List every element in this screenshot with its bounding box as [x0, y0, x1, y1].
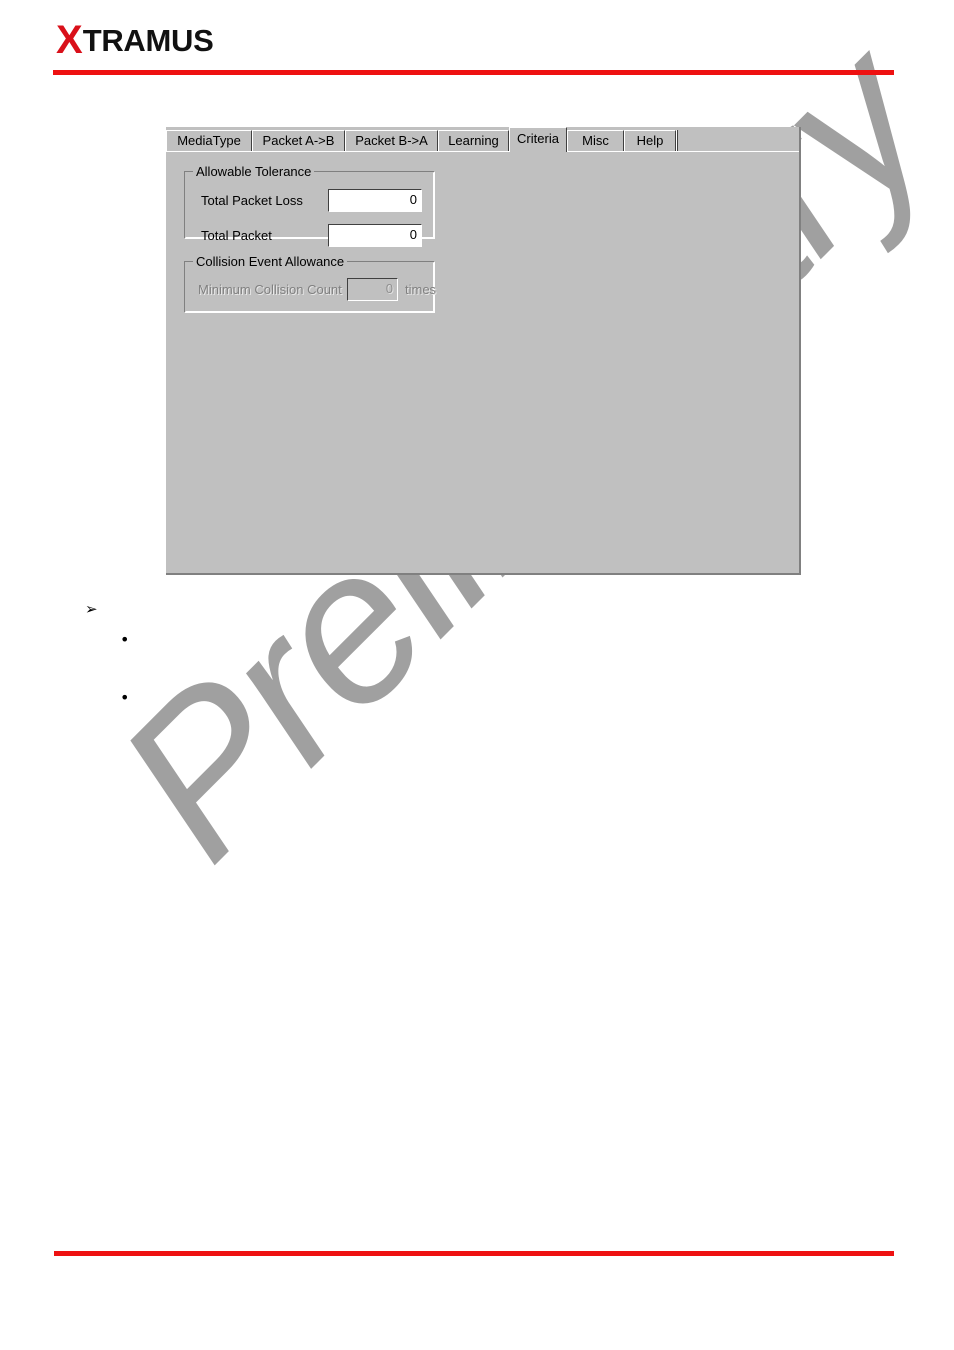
logo-wordmark: TRAMUS [82, 23, 214, 58]
tab-misc-label: Misc [582, 133, 609, 148]
tab-learning-label: Learning [448, 133, 499, 148]
list-item-round-bullet-icon: • [120, 630, 130, 649]
tab-learning[interactable]: Learning [438, 130, 509, 151]
list-item-round-bullet-icon: • [120, 688, 130, 707]
minimum-collision-count-label: Minimum Collision Count [198, 282, 342, 297]
tab-strip-trailing-edge [676, 130, 678, 151]
criteria-settings-dialog: MediaType Packet A->B Packet B->A Learni… [166, 127, 801, 575]
minimum-collision-count-unit: times [405, 282, 437, 297]
tab-packet-a-to-b[interactable]: Packet A->B [252, 130, 345, 151]
group-collision-event-allowance: Collision Event Allowance Minimum Collis… [184, 255, 437, 313]
tab-criteria-label: Criteria [517, 131, 559, 146]
tab-help-label: Help [636, 133, 664, 148]
total-packet-label: Total Packet [201, 228, 272, 243]
group-allowable-tolerance: Allowable Tolerance Total Packet Loss 0 … [184, 165, 435, 247]
header-divider-rule [53, 70, 894, 75]
logo-x-letter: X [56, 18, 83, 62]
tab-mediatype-label: MediaType [177, 133, 241, 148]
tab-misc[interactable]: Misc [567, 130, 624, 151]
total-packet-loss-label: Total Packet Loss [201, 193, 303, 208]
group-collision-event-allowance-title: Collision Event Allowance [193, 255, 348, 268]
tab-strip: MediaType Packet A->B Packet B->A Learni… [166, 127, 801, 153]
tab-criteria[interactable]: Criteria [509, 127, 567, 152]
tab-packet-b-to-a-label: Packet B->A [355, 133, 428, 148]
xtramus-logo: XTRAMUS [56, 20, 214, 60]
tab-strip-underline [166, 151, 801, 152]
tab-packet-b-to-a[interactable]: Packet B->A [345, 130, 438, 151]
page-header: XTRAMUS [0, 0, 954, 90]
total-packet-loss-input[interactable]: 0 [328, 189, 422, 212]
minimum-collision-count-input[interactable]: 0 [347, 278, 398, 301]
total-packet-input[interactable]: 0 [328, 224, 422, 247]
tab-packet-a-to-b-label: Packet A->B [262, 133, 335, 148]
active-tab-underline-mask [510, 151, 566, 153]
tab-mediatype[interactable]: MediaType [166, 130, 252, 151]
tab-help[interactable]: Help [624, 130, 676, 151]
group-allowable-tolerance-title: Allowable Tolerance [193, 165, 315, 178]
footer-divider-rule [54, 1251, 894, 1256]
list-item-arrow-bullet-icon: ➢ [85, 600, 98, 618]
